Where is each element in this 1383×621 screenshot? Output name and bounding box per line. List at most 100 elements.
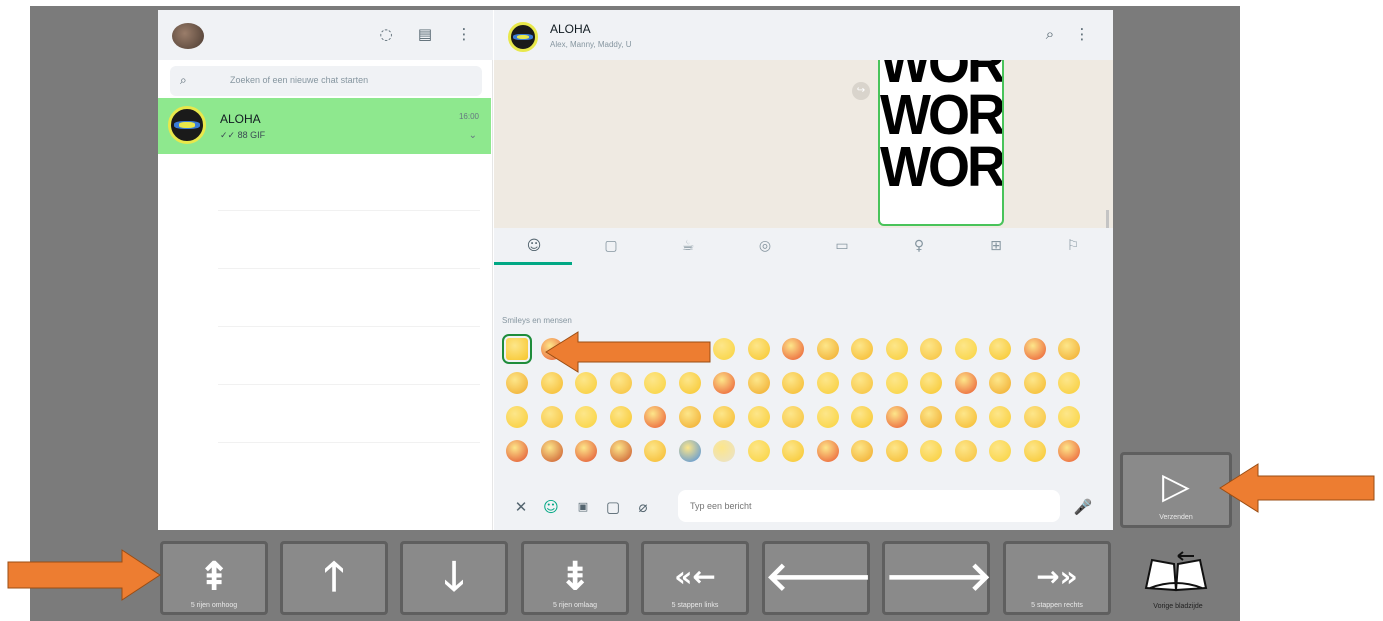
emoji-item[interactable] <box>851 338 873 360</box>
emoji-item[interactable] <box>1058 440 1080 462</box>
emoji-item[interactable] <box>644 406 666 428</box>
emoji-item[interactable] <box>782 406 804 428</box>
emoji-item[interactable] <box>506 372 528 394</box>
emoji-item[interactable] <box>920 338 942 360</box>
activity-icon[interactable]: ◎ <box>751 234 779 258</box>
emoji-item[interactable] <box>885 372 908 394</box>
emoji-item[interactable] <box>502 334 532 364</box>
send-button[interactable]: ▷ Verzenden <box>1120 452 1232 528</box>
emoji-item[interactable] <box>609 440 632 462</box>
emoji-item[interactable] <box>747 338 770 360</box>
emoji-item[interactable] <box>747 440 770 462</box>
message-input[interactable] <box>678 490 1060 522</box>
new-chat-icon[interactable]: ▤ <box>415 24 435 44</box>
emoji-item[interactable] <box>1023 372 1046 394</box>
mic-icon[interactable]: 🎤 <box>1072 496 1094 518</box>
emoji-item[interactable] <box>782 338 804 360</box>
emoji-item[interactable] <box>1058 338 1080 360</box>
emoji-item[interactable] <box>678 372 701 394</box>
status-icon[interactable]: ◌ <box>376 24 396 44</box>
emoji-item[interactable] <box>816 406 839 428</box>
emoji-item[interactable] <box>575 440 597 462</box>
emoji-item[interactable] <box>678 440 701 462</box>
emoji-item[interactable] <box>540 440 563 462</box>
up-button[interactable]: 🡑 <box>280 541 388 615</box>
emoji-item[interactable] <box>954 338 977 360</box>
emoji-item[interactable] <box>816 338 839 360</box>
emoji-icon[interactable]: ☺ <box>540 496 562 518</box>
menu-icon[interactable]: ⋮ <box>1072 24 1092 44</box>
group-avatar[interactable] <box>508 22 538 52</box>
emoji-item[interactable] <box>506 440 528 462</box>
travel-icon[interactable]: ▭ <box>828 234 856 258</box>
down-button[interactable]: 🡓 <box>400 541 508 615</box>
emoji-item[interactable] <box>1023 440 1046 462</box>
attach-icon[interactable]: ⌀ <box>632 496 654 518</box>
chevron-down-icon[interactable]: ⌄ <box>469 130 477 141</box>
emoji-item[interactable] <box>989 372 1011 394</box>
emoji-item[interactable] <box>989 440 1011 462</box>
emoji-item[interactable] <box>747 406 770 428</box>
search-input[interactable]: Zoeken of een nieuwe chat starten <box>230 75 368 85</box>
symbol-icon[interactable]: ⊞ <box>982 234 1010 258</box>
emoji-item[interactable] <box>506 406 528 428</box>
emoji-item[interactable] <box>713 440 735 462</box>
animal-icon[interactable]: ▢ <box>597 234 625 258</box>
emoji-item[interactable] <box>1058 406 1080 428</box>
chat-list-item[interactable]: ALOHA ✓✓ 88 GIF 16:00 ⌄ <box>158 98 491 154</box>
emoji-item[interactable] <box>609 372 632 394</box>
close-icon[interactable]: ✕ <box>510 496 532 518</box>
emoji-item[interactable] <box>644 372 666 394</box>
right-button[interactable]: 🡒 <box>882 541 992 615</box>
food-icon[interactable]: ☕ <box>674 234 702 258</box>
emoji-item[interactable] <box>920 372 942 394</box>
book-icon[interactable] <box>1140 548 1212 594</box>
emoji-item[interactable] <box>885 406 908 428</box>
emoji-item[interactable] <box>540 372 563 394</box>
emoji-item[interactable] <box>954 372 977 394</box>
emoji-item[interactable] <box>713 406 735 428</box>
emoji-item[interactable] <box>851 440 873 462</box>
emoji-item[interactable] <box>782 440 804 462</box>
emoji-item[interactable] <box>713 372 735 394</box>
emoji-item[interactable] <box>954 406 977 428</box>
emoji-item[interactable] <box>713 338 735 360</box>
emoji-item[interactable] <box>920 440 942 462</box>
emoji-item[interactable] <box>540 406 563 428</box>
object-icon[interactable]: ♀ <box>905 234 933 258</box>
five-rows-down-button[interactable]: ⇟ 5 rijen omlaag <box>521 541 629 615</box>
emoji-item[interactable] <box>609 406 632 428</box>
scrollbar[interactable] <box>1106 210 1109 230</box>
flag-icon[interactable]: ⚐ <box>1059 234 1087 258</box>
emoji-item[interactable] <box>920 406 942 428</box>
emoji-item[interactable] <box>816 372 839 394</box>
left-button[interactable]: 🡐 <box>762 541 872 615</box>
emoji-item[interactable] <box>747 372 770 394</box>
search-bar[interactable]: ⌕ Zoeken of een nieuwe chat starten <box>170 66 482 96</box>
five-right-button[interactable]: →» 5 stappen rechts <box>1003 541 1111 615</box>
emoji-item[interactable] <box>1058 372 1080 394</box>
smiley-icon[interactable]: ☺ <box>520 234 548 258</box>
emoji-item[interactable] <box>1023 338 1046 360</box>
conversation-header[interactable]: ALOHA Alex, Manny, Maddy, U ⌕ ⋮ <box>494 10 1113 60</box>
emoji-item[interactable] <box>816 440 839 462</box>
forward-icon[interactable]: ↪ <box>852 82 870 100</box>
five-rows-up-button[interactable]: ⇞ 5 rijen omhoog <box>160 541 268 615</box>
emoji-item[interactable] <box>851 406 873 428</box>
five-left-button[interactable]: «← 5 stappen links <box>641 541 749 615</box>
emoji-item[interactable] <box>954 440 977 462</box>
emoji-item[interactable] <box>885 338 908 360</box>
gif-icon[interactable]: ▣ <box>572 496 594 518</box>
emoji-item[interactable] <box>989 338 1011 360</box>
emoji-item[interactable] <box>678 406 701 428</box>
search-icon[interactable]: ⌕ <box>1040 24 1060 44</box>
sticker-icon[interactable]: ▢ <box>602 496 624 518</box>
emoji-item[interactable] <box>575 372 597 394</box>
emoji-item[interactable] <box>575 406 597 428</box>
emoji-item[interactable] <box>851 372 873 394</box>
my-avatar[interactable] <box>172 23 204 49</box>
work-sticker[interactable]: WORK WORK WORK <box>878 60 1004 226</box>
emoji-item[interactable] <box>644 440 666 462</box>
emoji-item[interactable] <box>989 406 1011 428</box>
emoji-item[interactable] <box>1023 406 1046 428</box>
